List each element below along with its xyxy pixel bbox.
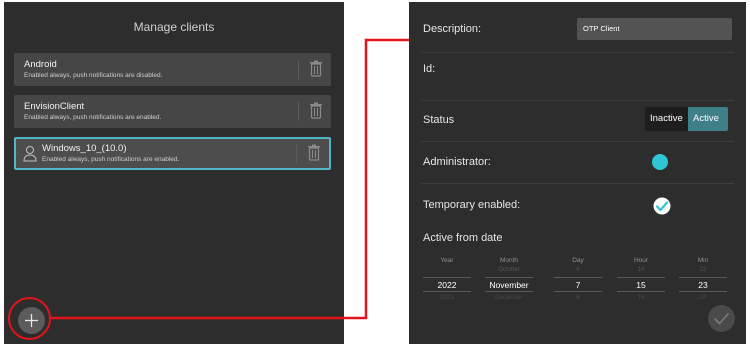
client-details-panel: Description: OTP Client Id: Status Inact…	[409, 2, 746, 344]
date-year-column[interactable]: Year 2022 2023	[417, 257, 477, 299]
client-card-android[interactable]: Android Enabled always, push notificatio…	[14, 53, 331, 86]
divider	[421, 100, 734, 101]
date-prev-value: October	[498, 267, 520, 273]
client-description: Enabled always, push notifications are e…	[42, 156, 180, 163]
status-label: Status	[423, 114, 455, 126]
active-from-date-label: Active from date	[423, 232, 503, 244]
panel-title: Manage clients	[133, 20, 215, 34]
date-month-column[interactable]: Month October November December	[479, 257, 539, 299]
manage-clients-panel: Manage clients Android Enabled always, p…	[4, 2, 344, 344]
id-label: Id:	[423, 63, 436, 75]
date-current-value: 15	[617, 277, 665, 292]
description-label: Description:	[423, 23, 482, 35]
date-column-header: Day	[572, 257, 584, 264]
client-description: Enabled always, push notifications are e…	[24, 114, 162, 121]
status-active-option[interactable]: Active	[688, 107, 728, 131]
temporary-enabled-label: Temporary enabled:	[423, 199, 521, 211]
card-divider	[296, 144, 297, 163]
divider	[421, 183, 734, 184]
date-next-value: 16	[637, 295, 645, 299]
highlight-ring	[8, 297, 51, 340]
date-next-value: 8	[576, 295, 580, 299]
date-column-header: Month	[499, 257, 519, 264]
client-description: Enabled always, push notifications are d…	[24, 72, 163, 79]
user-icon	[23, 146, 37, 162]
date-column-header: Hour	[633, 257, 649, 264]
divider	[421, 141, 734, 142]
date-next-value: 2023	[440, 295, 454, 299]
date-minute-column[interactable]: Min 22 23 24	[673, 257, 733, 299]
client-card-envisionclient[interactable]: EnvisionClient Enabled always, push noti…	[14, 95, 331, 128]
description-input[interactable]: OTP Client	[577, 18, 732, 40]
date-current-value: 23	[679, 277, 727, 292]
trash-icon[interactable]	[307, 144, 321, 161]
card-divider	[298, 102, 299, 121]
trash-icon[interactable]	[309, 60, 323, 77]
client-card-windows[interactable]: Windows_10_(10.0) Enabled always, push n…	[14, 137, 331, 170]
date-column-header: Year	[440, 257, 454, 264]
date-hour-column[interactable]: Hour 14 15 16	[611, 257, 671, 299]
client-name: EnvisionClient	[24, 101, 85, 112]
card-divider	[298, 60, 299, 79]
date-prev-value	[417, 267, 477, 277]
date-current-value: 7	[554, 277, 602, 292]
temporary-enabled-checkbox[interactable]	[652, 196, 672, 216]
date-next-value: December	[495, 295, 523, 299]
date-prev-value: 6	[576, 267, 580, 273]
administrator-toggle[interactable]	[652, 154, 668, 170]
date-next-value: 24	[699, 295, 707, 299]
trash-icon[interactable]	[309, 102, 323, 119]
date-day-column[interactable]: Day 6 7 8	[548, 257, 608, 299]
date-current-value: 2022	[423, 277, 471, 292]
date-prev-value: 14	[637, 267, 645, 273]
date-prev-value: 22	[699, 267, 707, 273]
divider	[421, 52, 734, 53]
date-column-header: Min	[697, 257, 709, 264]
checkmark-icon	[714, 313, 729, 325]
status-toggle[interactable]: Inactive Active	[645, 107, 728, 131]
client-name: Android	[24, 59, 57, 70]
status-inactive-option[interactable]: Inactive	[645, 107, 688, 131]
date-current-value: November	[485, 277, 533, 292]
client-name: Windows_10_(10.0)	[42, 143, 127, 154]
confirm-button[interactable]	[708, 305, 735, 332]
administrator-label: Administrator:	[423, 156, 491, 168]
